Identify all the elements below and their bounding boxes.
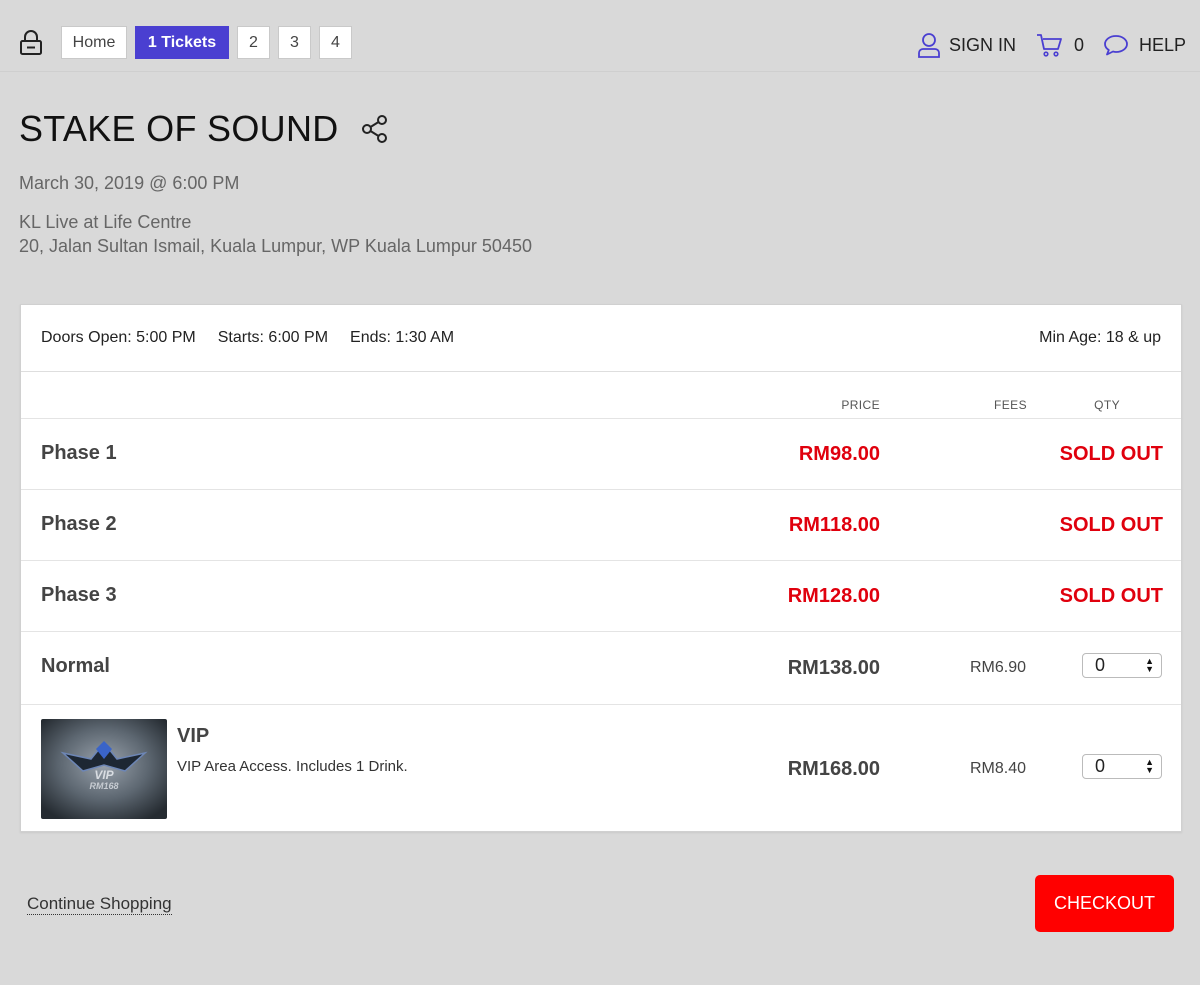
ticket-price: RM138.00 [787, 657, 880, 679]
ticket-row-phase-3: Phase 3 RM128.00 SOLD OUT [21, 561, 1181, 632]
breadcrumb-step-2[interactable]: 2 [237, 26, 270, 59]
breadcrumb-step-3[interactable]: 3 [278, 26, 311, 59]
breadcrumb-step-4[interactable]: 4 [319, 26, 352, 59]
ticket-row-normal: Normal RM138.00 RM6.90 0 ▲ ▼ [21, 632, 1181, 705]
ticket-price: RM98.00 [798, 443, 880, 465]
vip-image-art: VIP RM168 [41, 719, 167, 819]
breadcrumb-step-tickets[interactable]: 1 Tickets [135, 26, 229, 59]
continue-shopping-link[interactable]: Continue Shopping [27, 893, 172, 915]
ticket-fee: RM6.90 [969, 659, 1026, 676]
user-icon [918, 33, 940, 58]
ticket-price: RM118.00 [788, 514, 880, 536]
select-arrows-icon: ▲ ▼ [1145, 757, 1154, 775]
ticket-name: Phase 2 [41, 513, 117, 535]
help-label: HELP [1138, 34, 1186, 55]
ticket-table-header: PRICE FEES QTY [21, 372, 1181, 419]
lock-icon [20, 30, 42, 55]
fees-column-header: FEES [994, 398, 1027, 412]
ticket-row-phase-2: Phase 2 RM118.00 SOLD OUT [21, 490, 1181, 561]
sold-out-label: SOLD OUT [1059, 585, 1163, 607]
sign-in-label: SIGN IN [948, 34, 1016, 55]
ticket-fee: RM8.40 [969, 760, 1026, 777]
quantity-value: 0 [1095, 655, 1106, 675]
chat-icon [1104, 35, 1128, 56]
cart-link[interactable]: 0 [1036, 33, 1084, 57]
doors-open: Doors Open: 5:00 PM [41, 329, 196, 346]
vip-image-price: RM168 [89, 781, 118, 791]
checkout-button[interactable]: CHECKOUT [1035, 875, 1174, 932]
select-arrows-icon: ▲ ▼ [1145, 656, 1154, 674]
ticket-card: Doors Open: 5:00 PM Starts: 6:00 PM Ends… [20, 304, 1182, 832]
cart-count: 0 [1073, 34, 1084, 55]
cart-icon [1036, 34, 1062, 57]
vip-image-text: VIP [94, 768, 114, 782]
event-info-bar: Doors Open: 5:00 PM Starts: 6:00 PM Ends… [21, 305, 1181, 372]
breadcrumb-home[interactable]: Home [61, 26, 127, 59]
event-title-row: STAKE OF SOUND [19, 108, 389, 150]
vip-ticket-image: VIP RM168 [41, 719, 167, 819]
sold-out-label: SOLD OUT [1059, 514, 1163, 536]
breadcrumb: Home 1 Tickets 2 3 4 [61, 26, 352, 59]
ticket-description: VIP Area Access. Includes 1 Drink. [177, 758, 408, 775]
event-venue: KL Live at Life Centre 20, Jalan Sultan … [19, 210, 532, 258]
qty-column-header: QTY [1094, 398, 1120, 412]
min-age: Min Age: 18 & up [1039, 329, 1161, 346]
ticket-name: VIP [177, 725, 210, 747]
price-column-header: PRICE [841, 398, 880, 412]
end-time: Ends: 1:30 AM [350, 329, 455, 346]
account-nav: SIGN IN 0 HELP [917, 30, 1200, 60]
quantity-select-normal[interactable]: 0 ▲ ▼ [1082, 653, 1162, 678]
start-time: Starts: 6:00 PM [217, 329, 329, 346]
ticket-name: Phase 3 [41, 584, 117, 606]
ticket-row-phase-1: Phase 1 RM98.00 SOLD OUT [21, 419, 1181, 490]
help-link[interactable]: HELP [1103, 34, 1186, 56]
sign-in-link[interactable]: SIGN IN [917, 32, 1016, 58]
ticket-price: RM168.00 [787, 758, 880, 780]
ticket-name: Normal [41, 655, 110, 677]
event-title: STAKE OF SOUND [19, 108, 339, 149]
quantity-value: 0 [1095, 756, 1106, 776]
share-icon[interactable] [361, 114, 389, 144]
ticket-price: RM128.00 [787, 585, 880, 607]
event-date: March 30, 2019 @ 6:00 PM [19, 173, 240, 193]
venue-name: KL Live at Life Centre [19, 212, 192, 232]
sold-out-label: SOLD OUT [1059, 443, 1163, 465]
ticket-row-vip: VIP RM168 VIP VIP Area Access. Includes … [21, 705, 1181, 832]
venue-address: 20, Jalan Sultan Ismail, Kuala Lumpur, W… [19, 236, 532, 256]
quantity-select-vip[interactable]: 0 ▲ ▼ [1082, 754, 1162, 779]
top-bar: Home 1 Tickets 2 3 4 SIGN IN 0 HELP [0, 0, 1200, 72]
ticket-name: Phase 1 [41, 442, 117, 464]
